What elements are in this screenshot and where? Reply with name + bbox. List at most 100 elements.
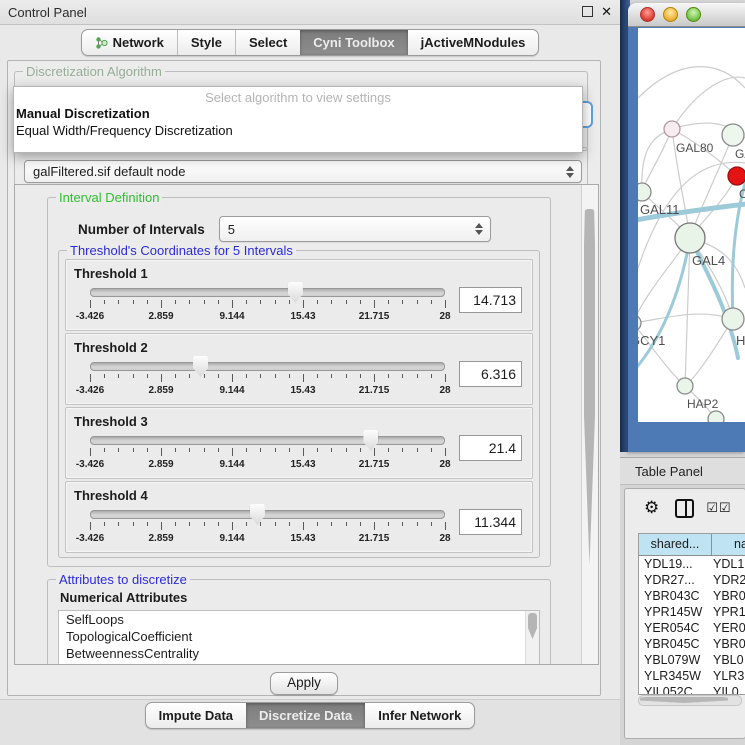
table-row[interactable]: YDR27...YDR2: [639, 572, 745, 588]
tick-label: 15.43: [290, 533, 315, 544]
close-icon[interactable]: ✕: [601, 5, 612, 18]
attribute-item[interactable]: BetweennessCentrality: [59, 645, 539, 662]
slider-track[interactable]: [90, 436, 445, 445]
table-row[interactable]: YER054CYER0: [639, 620, 745, 636]
threshold-slider[interactable]: -3.4262.8599.14415.4321.71528: [90, 282, 445, 324]
numerical-attributes-list[interactable]: SelfLoopsTopologicalCoefficientBetweenne…: [58, 610, 540, 665]
network-node-gal4[interactable]: [675, 223, 705, 253]
tick-mark: [388, 300, 389, 304]
threshold-slider[interactable]: -3.4262.8599.14415.4321.71528: [90, 356, 445, 398]
gear-icon[interactable]: ⚙: [644, 498, 659, 518]
table-row[interactable]: YDL19...YDL1: [639, 556, 745, 572]
threshold-value-box[interactable]: 11.344: [459, 509, 522, 535]
table-rows: YDL19...YDL1YDR27...YDR2YBR043CYBR0YPR14…: [639, 556, 745, 694]
tick-mark: [388, 448, 389, 452]
tab-select[interactable]: Select: [235, 30, 300, 55]
number-of-intervals-combobox[interactable]: 5: [219, 216, 491, 242]
float-window-icon[interactable]: [582, 6, 593, 17]
tick-label: 21.715: [359, 311, 390, 322]
tab-discretize-data[interactable]: Discretize Data: [246, 703, 365, 728]
tick-mark: [104, 522, 105, 526]
table-row[interactable]: YLR345WYLR3: [639, 668, 745, 684]
node-label: C: [739, 187, 745, 201]
settings-scrollbar[interactable]: [581, 185, 598, 664]
column-header-name[interactable]: na: [712, 534, 745, 555]
tick-mark: [218, 448, 219, 452]
threshold-slider[interactable]: -3.4262.8599.14415.4321.71528: [90, 504, 445, 546]
checked-boxes-icon[interactable]: ☑☑: [706, 500, 731, 516]
tab-style[interactable]: Style: [177, 30, 235, 55]
tick-mark: [90, 448, 91, 456]
tick-mark: [189, 448, 190, 452]
tab-impute-data[interactable]: Impute Data: [146, 703, 246, 728]
tick-mark: [204, 300, 205, 304]
table-hscrollbar[interactable]: [638, 695, 742, 706]
tab-cyni-toolbox[interactable]: Cyni Toolbox: [300, 30, 407, 55]
network-node-c[interactable]: [728, 167, 745, 185]
tick-mark: [317, 374, 318, 378]
slider-track[interactable]: [90, 362, 445, 371]
network-node-gcy1[interactable]: [638, 315, 641, 331]
popup-item[interactable]: Equal Width/Frequency Discretization: [14, 122, 582, 139]
network-node-h[interactable]: [722, 308, 744, 330]
tick-mark: [445, 300, 446, 308]
network-node[interactable]: [708, 411, 724, 422]
tick-mark: [204, 448, 205, 452]
tick-mark: [374, 522, 375, 530]
network-node-gal11[interactable]: [638, 183, 651, 201]
threshold-panel: Threshold 1 -3.4262.8599.14415.4321.7152…: [65, 259, 533, 331]
cell-shared-name: YBR045C: [639, 636, 711, 652]
tick-mark: [431, 300, 432, 304]
tab-label: Cyni Toolbox: [313, 35, 394, 50]
tick-mark: [104, 300, 105, 304]
minimize-button[interactable]: [663, 7, 678, 22]
tab-label: Discretize Data: [259, 708, 352, 723]
threshold-value-box[interactable]: 21.4: [459, 435, 522, 461]
table-row[interactable]: YPR145WYPR1: [639, 604, 745, 620]
slider-track[interactable]: [90, 288, 445, 297]
tick-mark: [431, 374, 432, 378]
zoom-button[interactable]: [686, 7, 701, 22]
attribute-item[interactable]: TopologicalCoefficient: [59, 628, 539, 645]
algorithm-popup-list: Manual DiscretizationEqual Width/Frequen…: [14, 105, 582, 139]
tick-mark: [346, 522, 347, 526]
network-node-gal80[interactable]: [664, 121, 680, 137]
tick-mark: [260, 374, 261, 378]
attributes-scrollbar[interactable]: [525, 611, 539, 665]
attributes-group: Attributes to discretize Numerical Attri…: [47, 579, 551, 665]
node-label: H: [736, 333, 745, 348]
attribute-item[interactable]: SelfLoops: [59, 611, 539, 628]
tab-jactivemnodules[interactable]: jActiveMNodules: [408, 30, 539, 55]
slider-track[interactable]: [90, 510, 445, 519]
table-data-combobox[interactable]: galFiltered.sif default node: [24, 160, 582, 183]
table-row[interactable]: YBL079WYBL0: [639, 652, 745, 668]
network-node-hap2[interactable]: [677, 378, 693, 394]
tick-mark: [90, 300, 91, 308]
slider-tick-labels: -3.4262.8599.14415.4321.71528: [90, 311, 445, 323]
tick-mark: [175, 300, 176, 304]
tick-mark: [331, 374, 332, 378]
tab-network[interactable]: Network: [82, 30, 177, 55]
threshold-slider[interactable]: -3.4262.8599.14415.4321.71528: [90, 430, 445, 472]
attributes-group-label: Attributes to discretize: [56, 572, 190, 587]
tick-mark: [147, 448, 148, 452]
threshold-value-box[interactable]: 14.713: [459, 287, 522, 313]
tick-mark: [246, 448, 247, 452]
node-label: GCY1: [638, 333, 665, 348]
table-row[interactable]: YBR043CYBR0: [639, 588, 745, 604]
columns-icon[interactable]: [675, 499, 694, 518]
threshold-value-box[interactable]: 6.316: [459, 361, 522, 387]
popup-item[interactable]: Manual Discretization: [14, 105, 582, 122]
tick-label: -3.426: [76, 385, 104, 396]
table-row[interactable]: YBR045CYBR0: [639, 636, 745, 652]
network-canvas[interactable]: GAL80GACGAL11GAL4GCY1HHAP2: [638, 28, 745, 422]
apply-button[interactable]: Apply: [270, 672, 338, 695]
tick-mark: [388, 374, 389, 378]
slider-ticks: [90, 522, 445, 531]
close-button[interactable]: [640, 7, 655, 22]
column-header-shared[interactable]: shared...: [639, 534, 712, 555]
table-row[interactable]: YIL052CYIL0: [639, 684, 745, 694]
network-node-ga[interactable]: [722, 124, 744, 146]
control-panel-window: Control Panel ✕ NetworkStyleSelectCyni T…: [0, 0, 620, 745]
tab-infer-network[interactable]: Infer Network: [365, 703, 474, 728]
